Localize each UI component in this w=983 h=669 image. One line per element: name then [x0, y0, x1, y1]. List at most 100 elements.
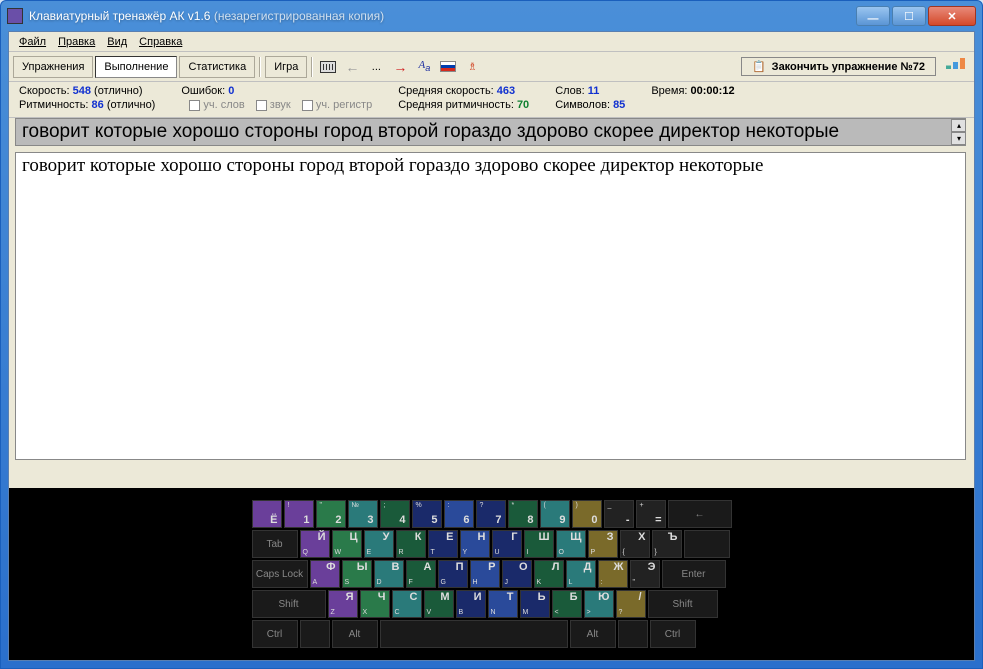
- key-т[interactable]: NТ: [488, 590, 518, 618]
- chk-sound[interactable]: звук: [256, 99, 291, 111]
- target-text: говорит которые хорошо стороны город вто…: [15, 118, 966, 146]
- key-9[interactable]: (9: [540, 500, 570, 528]
- rhythm-value: 86: [92, 99, 104, 111]
- key-←[interactable]: ←: [668, 500, 732, 528]
- close-button[interactable]: [928, 6, 976, 26]
- key-з[interactable]: PЗ: [588, 530, 618, 558]
- errors-value: 0: [228, 85, 234, 97]
- scroll-down-button[interactable]: ▾: [951, 132, 966, 145]
- time-value: 00:00:12: [691, 85, 735, 97]
- menu-file[interactable]: Файл: [13, 34, 52, 50]
- key-[interactable]: [380, 620, 568, 648]
- chk-case[interactable]: уч. регистр: [302, 99, 372, 111]
- key-ц[interactable]: WЦ: [332, 530, 362, 558]
- key-а[interactable]: FА: [406, 560, 436, 588]
- window-title: Клавиатурный тренажёр АК v1.6 (незарегис…: [29, 9, 856, 23]
- menu-edit[interactable]: Правка: [52, 34, 101, 50]
- titlebar: Клавиатурный тренажёр АК v1.6 (незарегис…: [1, 1, 982, 31]
- tab-exercises[interactable]: Упражнения: [13, 56, 93, 78]
- key-shift[interactable]: Shift: [252, 590, 326, 618]
- key-х[interactable]: {Х: [620, 530, 650, 558]
- menu-help[interactable]: Справка: [133, 34, 188, 50]
- key-и[interactable]: BИ: [456, 590, 486, 618]
- key-ю[interactable]: >Ю: [584, 590, 614, 618]
- scroll-up-button[interactable]: ▴: [951, 119, 966, 132]
- font-icon[interactable]: Aa: [413, 56, 435, 78]
- menu-view[interactable]: Вид: [101, 34, 133, 50]
- key-ы[interactable]: SЫ: [342, 560, 372, 588]
- rhythm-label: Ритмичность:: [19, 99, 88, 111]
- keyboard-icon[interactable]: [317, 56, 339, 78]
- key-0[interactable]: )0: [572, 500, 602, 528]
- tab-statistics[interactable]: Статистика: [179, 56, 255, 78]
- key-п[interactable]: GП: [438, 560, 468, 588]
- key-е[interactable]: TЕ: [428, 530, 458, 558]
- key--[interactable]: _-: [604, 500, 634, 528]
- key-о[interactable]: JО: [502, 560, 532, 588]
- key-[interactable]: [618, 620, 648, 648]
- key-г[interactable]: UГ: [492, 530, 522, 558]
- tab-execution[interactable]: Выполнение: [95, 56, 177, 78]
- key-ч[interactable]: XЧ: [360, 590, 390, 618]
- chk-words[interactable]: уч. слов: [189, 99, 244, 111]
- key-=[interactable]: +=: [636, 500, 666, 528]
- jester-icon[interactable]: ♗: [461, 56, 483, 78]
- key-р[interactable]: HР: [470, 560, 500, 588]
- key-1[interactable]: !1: [284, 500, 314, 528]
- key-alt[interactable]: Alt: [332, 620, 378, 648]
- key-ё[interactable]: Ё: [252, 500, 282, 528]
- time-label: Время:: [651, 85, 687, 97]
- key-б[interactable]: <Б: [552, 590, 582, 618]
- key-7[interactable]: ?7: [476, 500, 506, 528]
- key-5[interactable]: %5: [412, 500, 442, 528]
- keyboard-panel: Ё!1"2№3;4%5:6?7*8(9)0_-+=← TabQЙWЦEУRКTЕY…: [9, 488, 974, 660]
- key-с[interactable]: CС: [392, 590, 422, 618]
- key-enter[interactable]: Enter: [662, 560, 726, 588]
- key-[interactable]: [684, 530, 730, 558]
- key-caps lock[interactable]: Caps Lock: [252, 560, 308, 588]
- key-alt[interactable]: Alt: [570, 620, 616, 648]
- key-6[interactable]: :6: [444, 500, 474, 528]
- key-3[interactable]: №3: [348, 500, 378, 528]
- key-э[interactable]: "Э: [630, 560, 660, 588]
- typing-area[interactable]: говорит которые хорошо стороны город вто…: [15, 152, 966, 460]
- minimize-button[interactable]: [856, 6, 890, 26]
- key-л[interactable]: KЛ: [534, 560, 564, 588]
- key-й[interactable]: QЙ: [300, 530, 330, 558]
- key-н[interactable]: YН: [460, 530, 490, 558]
- key-щ[interactable]: OЩ: [556, 530, 586, 558]
- key-к[interactable]: RК: [396, 530, 426, 558]
- key-tab[interactable]: Tab: [252, 530, 298, 558]
- key-shift[interactable]: Shift: [648, 590, 718, 618]
- key-ж[interactable]: :Ж: [598, 560, 628, 588]
- key-у[interactable]: EУ: [364, 530, 394, 558]
- clipboard-icon: 📋: [752, 60, 766, 73]
- prev-arrow-icon[interactable]: ←: [341, 56, 363, 78]
- key-ь[interactable]: MЬ: [520, 590, 550, 618]
- key-ш[interactable]: IШ: [524, 530, 554, 558]
- key-ctrl[interactable]: Ctrl: [252, 620, 298, 648]
- key-м[interactable]: VМ: [424, 590, 454, 618]
- key-ф[interactable]: AФ: [310, 560, 340, 588]
- speed-value: 548: [73, 85, 91, 97]
- next-arrow-icon[interactable]: →: [389, 56, 411, 78]
- key-8[interactable]: *8: [508, 500, 538, 528]
- key-ъ[interactable]: }Ъ: [652, 530, 682, 558]
- finish-exercise-button[interactable]: 📋 Закончить упражнение №72: [741, 57, 936, 76]
- speed-label: Скорость:: [19, 85, 70, 97]
- key-2[interactable]: "2: [316, 500, 346, 528]
- key-/[interactable]: ?/: [616, 590, 646, 618]
- key-[interactable]: [300, 620, 330, 648]
- key-я[interactable]: ZЯ: [328, 590, 358, 618]
- avg-speed-value: 463: [497, 85, 515, 97]
- key-ctrl[interactable]: Ctrl: [650, 620, 696, 648]
- tab-game[interactable]: Игра: [265, 56, 307, 78]
- stats-chart-icon[interactable]: [946, 57, 966, 77]
- words-value: 11: [588, 85, 600, 97]
- key-4[interactable]: ;4: [380, 500, 410, 528]
- dots-button[interactable]: ...: [365, 56, 387, 78]
- key-д[interactable]: LД: [566, 560, 596, 588]
- maximize-button[interactable]: [892, 6, 926, 26]
- key-в[interactable]: DВ: [374, 560, 404, 588]
- flag-ru-icon[interactable]: [437, 56, 459, 78]
